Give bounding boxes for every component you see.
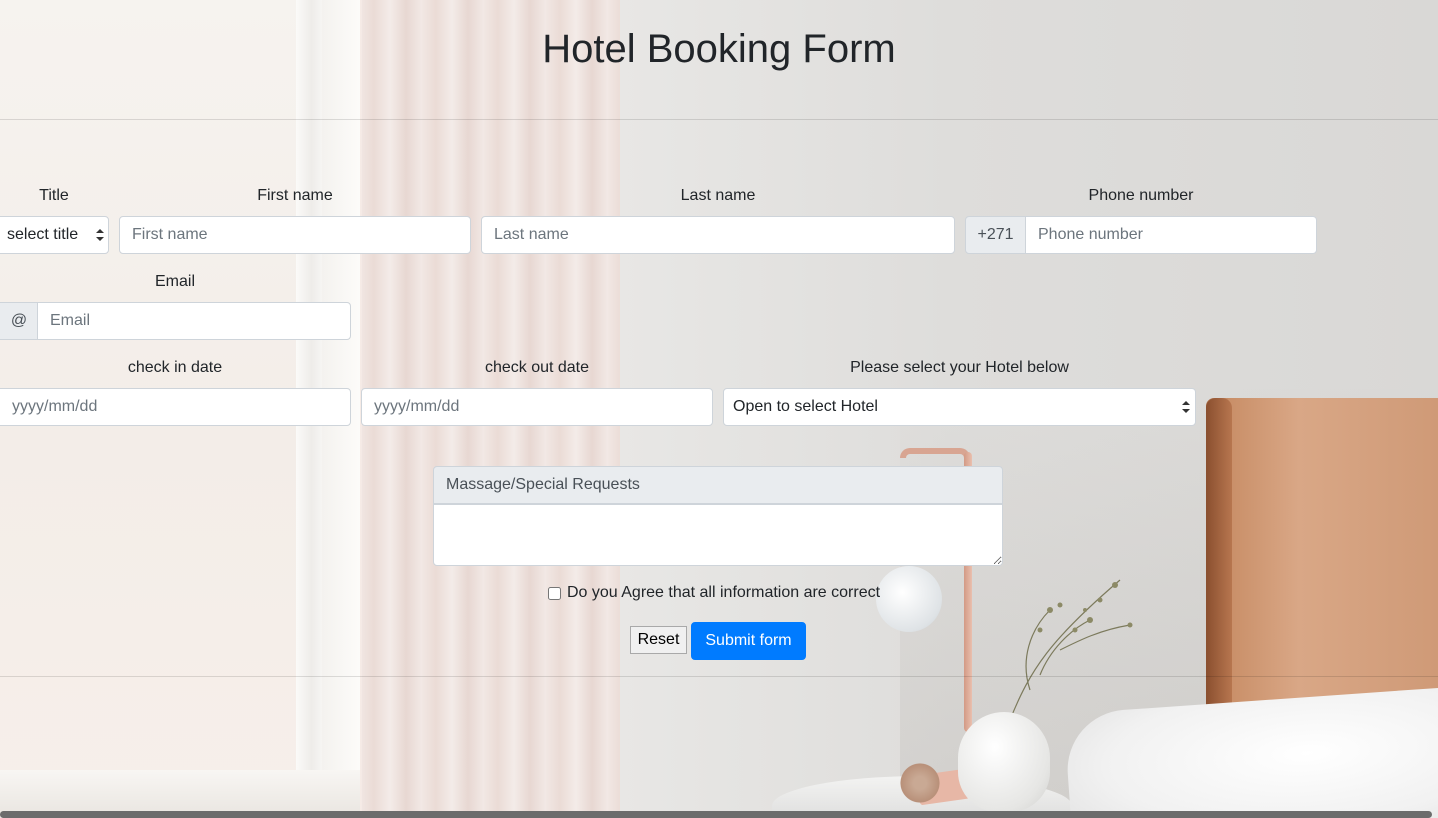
phone-input[interactable]: [1025, 216, 1317, 254]
phone-prefix: +271: [965, 216, 1026, 254]
check-in-date-input[interactable]: [0, 388, 351, 426]
bottom-divider: [0, 676, 1438, 677]
submit-button[interactable]: Submit form: [691, 622, 806, 660]
page-title: Hotel Booking Form: [542, 27, 896, 71]
bg-vase: [958, 712, 1050, 812]
reset-button[interactable]: Reset: [630, 626, 687, 654]
bg-headboard-post: [1206, 398, 1232, 728]
hotel-select-value: Open to select Hotel: [733, 398, 878, 415]
last-name-input[interactable]: [481, 216, 955, 254]
phone-label: Phone number: [1088, 187, 1194, 204]
requests-label: Massage/Special Requests: [433, 466, 1003, 504]
email-input[interactable]: [37, 302, 351, 340]
bg-lamp-bulb: [876, 566, 942, 632]
bg-plant: [1009, 579, 1133, 720]
agree-checkbox[interactable]: [548, 586, 561, 600]
last-name-label: Last name: [680, 187, 756, 204]
check-out-date-input[interactable]: [361, 388, 713, 426]
title-select[interactable]: select title: [0, 216, 109, 254]
title-select-value: select title: [7, 226, 79, 243]
hotel-label: Please select your Hotel below: [850, 359, 1069, 376]
horizontal-scrollbar[interactable]: [0, 811, 1432, 818]
page: Hotel Booking Form Title First name Last…: [0, 0, 1438, 818]
check-out-label: check out date: [484, 359, 590, 376]
check-in-label: check in date: [127, 359, 223, 376]
bg-coral: [900, 758, 940, 808]
requests-textarea[interactable]: [433, 504, 1003, 566]
bg-headboard: [1206, 398, 1438, 728]
agree-label: Do you Agree that all information are co…: [567, 584, 881, 601]
first-name-label: First name: [257, 187, 333, 204]
agree-row[interactable]: Do you Agree that all information are co…: [548, 584, 880, 602]
hotel-select[interactable]: Open to select Hotel: [723, 388, 1196, 426]
bg-lamp-top: [900, 448, 970, 458]
email-label: Email: [154, 273, 195, 290]
first-name-input[interactable]: [119, 216, 471, 254]
title-label: Title: [39, 187, 69, 204]
top-divider: [0, 119, 1438, 120]
email-prefix: @: [0, 302, 38, 340]
